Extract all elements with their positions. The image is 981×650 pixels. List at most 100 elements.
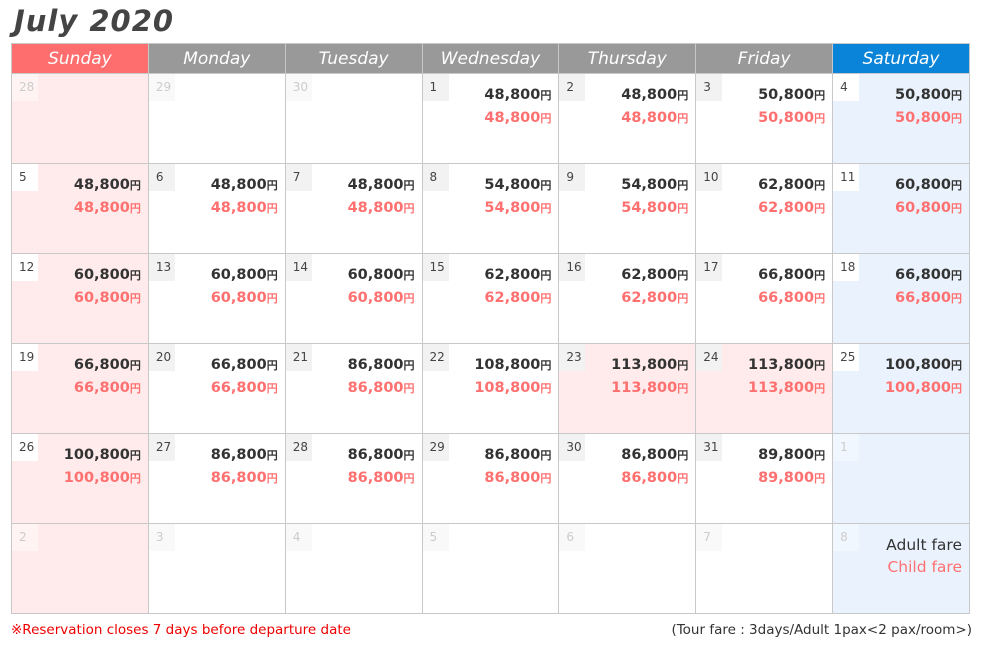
adult-fare: 54,800円 [484,174,551,197]
day-number: 28 [12,74,38,101]
adult-fare: 86,800円 [348,444,415,467]
weekday-header-thursday: Thursday [558,43,697,74]
adult-fare-value: 66,800 [73,357,130,373]
yen-symbol: 円 [403,449,415,462]
child-fare-value: 50,800 [758,110,815,126]
yen-symbol: 円 [403,472,415,485]
adult-fare-value: 48,800 [347,177,404,193]
fare-calendar: Sunday Monday Tuesday Wednesday Thursday… [11,43,970,614]
calendar-day-cell[interactable]: 20 66,800円 66,800円 [147,343,286,434]
calendar-day-cell[interactable]: 22 108,800円 108,800円 [421,343,560,434]
child-fare: 48,800円 [74,197,141,220]
adult-fare-value: 54,800 [484,177,541,193]
calendar-day-cell[interactable]: 2 48,800円 48,800円 [558,73,697,164]
day-number: 8 [833,524,860,551]
calendar-day-cell[interactable]: 3 50,800円 50,800円 [695,73,834,164]
day-number: 9 [559,164,586,191]
calendar-day-cell-outside-month: 8 Adult fare Child fare [832,523,970,614]
adult-fare: 62,800円 [758,174,825,197]
day-number: 15 [422,254,449,281]
child-fare: 100,800円 [885,377,962,400]
weekday-header-tuesday: Tuesday [284,43,423,74]
calendar-day-cell[interactable]: 31 89,800円 89,800円 [695,433,834,524]
day-number: 25 [833,344,860,371]
adult-fare-value: 60,800 [895,177,951,193]
calendar-day-cell[interactable]: 14 60,800円 60,800円 [284,253,423,344]
child-fare: 66,800円 [758,287,825,310]
day-number: 17 [696,254,723,281]
adult-fare: 89,800円 [758,444,825,467]
child-fare: 113,800円 [748,377,825,400]
calendar-day-cell[interactable]: 9 54,800円 54,800円 [558,163,697,254]
calendar-day-cell[interactable]: 18 66,800円 66,800円 [832,253,970,344]
child-fare-value: 60,800 [73,290,130,306]
yen-symbol: 円 [266,449,278,462]
yen-symbol: 円 [266,292,278,305]
adult-fare: 113,800円 [748,354,825,377]
calendar-day-cell[interactable]: 16 62,800円 62,800円 [558,253,697,344]
day-number: 24 [696,344,723,371]
adult-fare: 86,800円 [484,444,551,467]
yen-symbol: 円 [540,292,552,305]
calendar-day-cell[interactable]: 10 62,800円 62,800円 [695,163,834,254]
adult-fare: 62,800円 [484,264,551,287]
calendar-day-cell[interactable]: 26 100,800円 100,800円 [11,433,149,524]
calendar-day-cell[interactable]: 23 113,800円 113,800円 [558,343,697,434]
adult-fare: 48,800円 [621,84,688,107]
fare-prices: 60,800円 60,800円 [74,264,141,310]
child-fare-value: 66,800 [210,380,267,396]
yen-symbol: 円 [540,382,552,395]
tour-fare-info: (Tour fare : 3days/Adult 1pax<2 pax/room… [671,622,972,638]
calendar-day-cell[interactable]: 25 100,800円 100,800円 [832,343,970,434]
yen-symbol: 円 [129,359,141,372]
adult-fare: 54,800円 [621,174,688,197]
yen-symbol: 円 [814,179,826,192]
calendar-day-cell[interactable]: 13 60,800円 60,800円 [147,253,286,344]
calendar-day-cell[interactable]: 1 48,800円 48,800円 [421,73,560,164]
fare-prices: 86,800円 86,800円 [211,444,278,490]
day-number: 31 [696,434,723,461]
calendar-day-cell[interactable]: 30 86,800円 86,800円 [558,433,697,524]
calendar-day-cell[interactable]: 4 50,800円 50,800円 [832,73,970,164]
calendar-day-cell[interactable]: 27 86,800円 86,800円 [147,433,286,524]
child-fare-value: 48,800 [210,200,267,216]
calendar-day-cell[interactable]: 15 62,800円 62,800円 [421,253,560,344]
calendar-day-cell[interactable]: 8 54,800円 54,800円 [421,163,560,254]
yen-symbol: 円 [403,292,415,305]
adult-fare-value: 113,800 [611,357,678,373]
day-number: 1 [833,434,860,461]
calendar-day-cell[interactable]: 19 66,800円 66,800円 [11,343,149,434]
calendar-day-cell-outside-month: 7 [695,523,834,614]
child-fare: 60,800円 [895,197,962,220]
day-number: 7 [696,524,723,551]
calendar-day-cell[interactable]: 17 66,800円 66,800円 [695,253,834,344]
calendar-day-cell[interactable]: 12 60,800円 60,800円 [11,253,149,344]
child-fare-value: 100,800 [63,470,130,486]
day-number: 6 [148,164,175,191]
fare-prices: 60,800円 60,800円 [895,174,962,220]
day-number: 3 [148,524,175,551]
calendar-day-cell[interactable]: 11 60,800円 60,800円 [832,163,970,254]
calendar-day-cell[interactable]: 24 113,800円 113,800円 [695,343,834,434]
calendar-day-cell[interactable]: 7 48,800円 48,800円 [284,163,423,254]
adult-fare-value: 86,800 [347,357,404,373]
child-fare-value: 48,800 [347,200,404,216]
calendar-day-cell[interactable]: 21 86,800円 86,800円 [284,343,423,434]
child-fare: 48,800円 [348,197,415,220]
adult-fare-value: 86,800 [210,447,267,463]
calendar-day-cell[interactable]: 28 86,800円 86,800円 [284,433,423,524]
calendar-day-cell[interactable]: 29 86,800円 86,800円 [421,433,560,524]
yen-symbol: 円 [677,269,689,282]
child-fare: 113,800円 [611,377,688,400]
calendar-day-cell[interactable]: 6 48,800円 48,800円 [147,163,286,254]
calendar-day-cell-outside-month: 28 [11,73,149,164]
fare-prices: 48,800円 48,800円 [211,174,278,220]
adult-fare-value: 48,800 [210,177,267,193]
day-number: 10 [696,164,723,191]
child-fare: 48,800円 [621,107,688,130]
day-number: 30 [559,434,586,461]
day-number: 2 [559,74,586,101]
calendar-day-cell[interactable]: 5 48,800円 48,800円 [11,163,149,254]
adult-fare-value: 62,800 [484,267,541,283]
calendar-day-cell-outside-month: 29 [147,73,286,164]
